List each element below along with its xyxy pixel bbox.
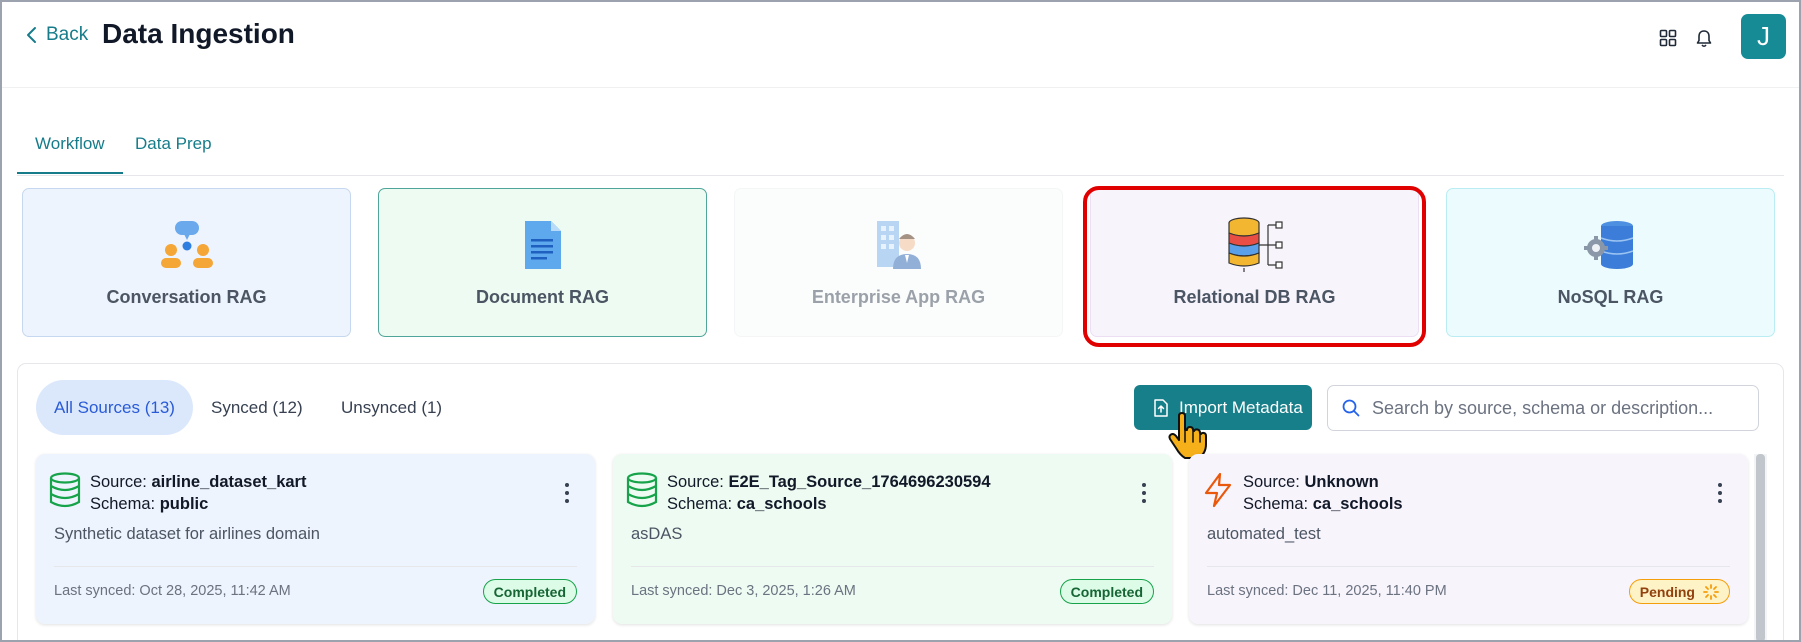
rag-card-relational-db[interactable]: Relational DB RAG [1090,188,1419,337]
apps-grid-icon[interactable] [1656,26,1680,50]
header-bar: Back Data Ingestion J [0,0,1801,88]
filter-synced[interactable]: Synced (12) [193,380,321,435]
last-synced: Last synced: Oct 28, 2025, 11:42 AM [54,583,291,599]
status-badge: Completed [1059,579,1154,604]
rag-card-conversation[interactable]: Conversation RAG [22,188,351,337]
schema-name: public [159,495,209,513]
divider [631,566,1154,567]
scrollbar[interactable] [1754,454,1767,642]
schema-label: Schema: [667,495,733,513]
source-line: Source: Unknown [1243,473,1379,492]
source-description: asDAS [631,525,683,543]
more-options-icon[interactable] [1138,483,1150,503]
divider [54,566,577,567]
schema-label: Schema: [90,495,156,513]
schema-line: Schema: public [90,495,208,514]
source-name: E2E_Tag_Source_1764696230594 [728,473,991,491]
source-name: airline_dataset_kart [151,473,307,491]
last-synced: Last synced: Dec 11, 2025, 11:40 PM [1207,583,1447,599]
source-description: automated_test [1207,525,1321,543]
schema-line: Schema: ca_schools [667,495,827,514]
status-badge: Pending [1628,579,1730,604]
file-upload-icon [1154,398,1168,417]
tab-data-prep[interactable]: Data Prep [117,134,230,174]
filter-unsynced[interactable]: Unsynced (1) [323,380,460,435]
source-label: Source: [90,473,147,491]
import-metadata-label: Import Metadata [1179,397,1303,417]
status-text: Completed [493,583,566,600]
avatar[interactable]: J [1741,14,1786,59]
back-button[interactable]: Back [24,24,88,46]
database-icon [49,472,81,508]
source-line: Source: E2E_Tag_Source_1764696230594 [667,473,991,492]
rag-card-enterprise-app[interactable]: Enterprise App RAG [734,188,1063,337]
search-icon [1342,399,1360,417]
status-badge: Completed [482,579,577,604]
tab-bar: Workflow Data Prep [17,118,1784,176]
more-options-icon[interactable] [561,483,573,503]
avatar-initial: J [1757,21,1770,51]
source-card[interactable]: Source: Unknown Schema: ca_schools autom… [1189,454,1748,624]
schema-name: ca_schools [736,495,827,513]
rag-card-label: NoSQL RAG [1557,287,1664,307]
status-text: Completed [1070,583,1143,600]
schema-label: Schema: [1243,495,1309,513]
enterprise-person-icon [869,217,929,273]
rag-card-label: Document RAG [475,287,609,307]
scrollbar-thumb[interactable] [1756,454,1765,642]
search-box[interactable] [1327,385,1759,431]
nosql-db-icon [1581,217,1641,273]
search-input[interactable] [1372,397,1742,419]
schema-line: Schema: ca_schools [1243,495,1403,514]
source-card[interactable]: Source: E2E_Tag_Source_1764696230594 Sch… [613,454,1172,624]
source-label: Source: [667,473,724,491]
source-label: Source: [1243,473,1300,491]
more-options-icon[interactable] [1714,483,1726,503]
page-title: Data Ingestion [102,18,295,49]
people-chat-icon [157,217,217,273]
rag-card-nosql[interactable]: NoSQL RAG [1446,188,1775,337]
bell-icon[interactable] [1692,26,1716,50]
database-icon [626,472,658,508]
document-icon [513,217,573,273]
tab-workflow[interactable]: Workflow [17,134,123,174]
rag-card-document[interactable]: Document RAG [378,188,707,337]
spinner-icon [1703,583,1719,600]
schema-name: ca_schools [1312,495,1403,513]
status-text: Pending [1639,583,1695,600]
last-synced: Last synced: Dec 3, 2025, 1:26 AM [631,583,856,599]
back-label: Back [46,24,89,45]
chevron-left-icon [27,27,36,43]
rag-card-label: Relational DB RAG [1173,287,1336,307]
source-card[interactable]: Source: airline_dataset_kart Schema: pub… [36,454,595,624]
source-description: Synthetic dataset for airlines domain [54,525,320,543]
import-metadata-button[interactable]: Import Metadata [1134,385,1312,430]
filter-all-sources[interactable]: All Sources (13) [36,380,193,435]
rag-card-label: Conversation RAG [106,287,267,307]
source-line: Source: airline_dataset_kart [90,473,306,492]
divider [1207,566,1730,567]
lightning-icon [1204,472,1232,508]
source-name: Unknown [1304,473,1379,491]
relational-db-icon [1225,217,1285,273]
rag-card-label: Enterprise App RAG [811,287,986,307]
